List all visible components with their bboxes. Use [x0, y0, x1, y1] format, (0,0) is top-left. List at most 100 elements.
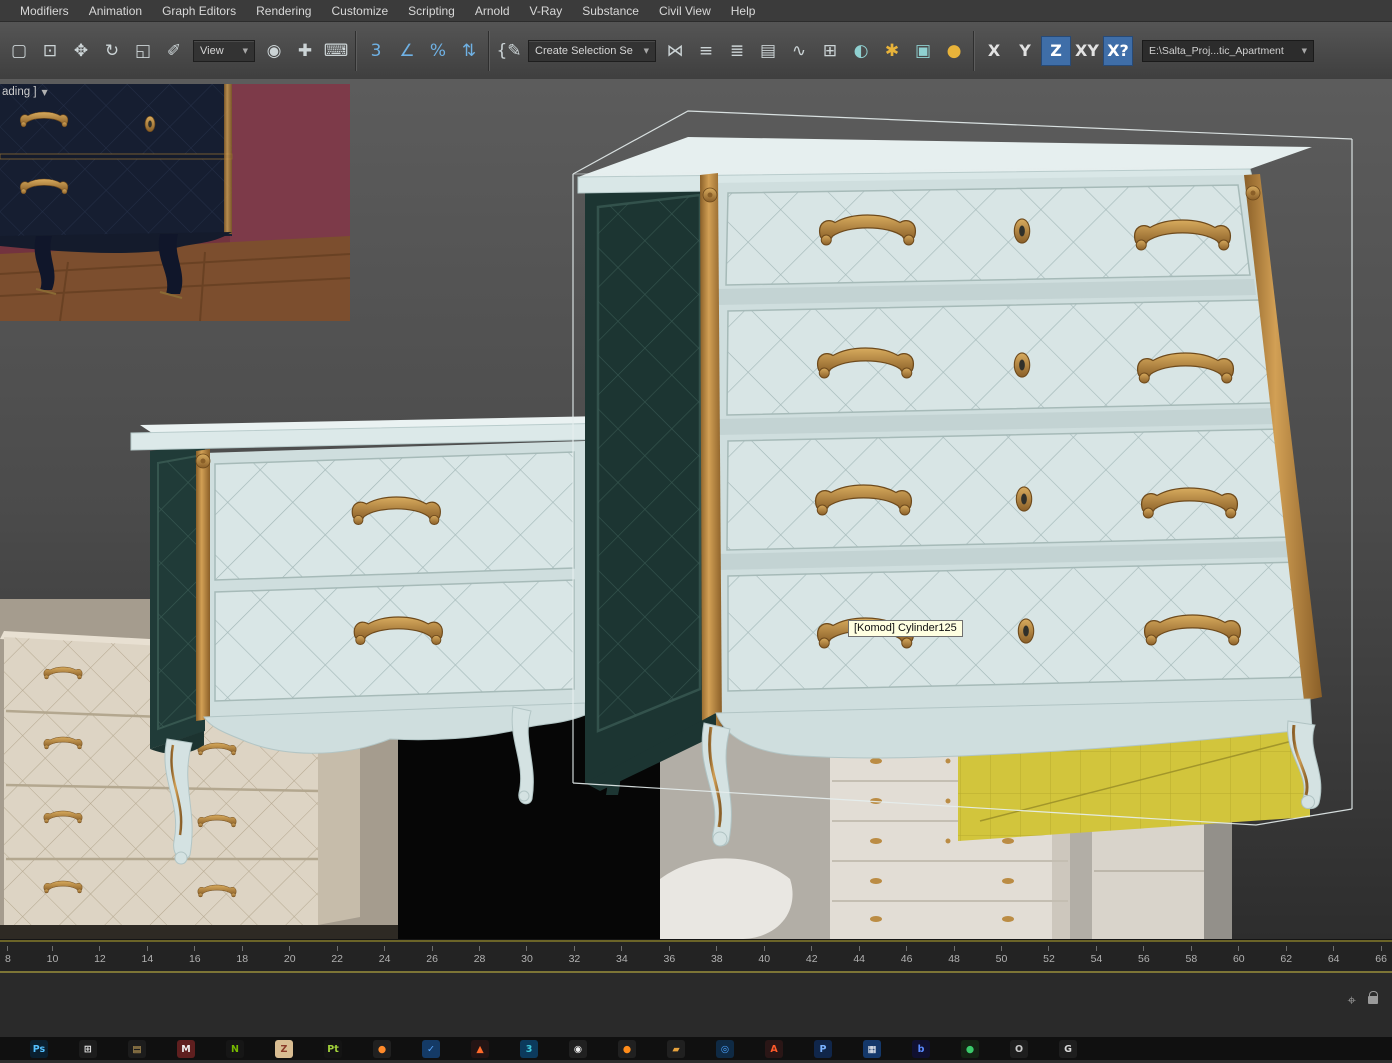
tick-label: 60 — [1233, 953, 1245, 965]
menu-item[interactable]: Graph Editors — [152, 1, 246, 21]
taskbar-start-grid-icon[interactable]: ⊞ — [79, 1040, 97, 1058]
selection-tools-group: ▢⊡✥↻◱✐ — [4, 36, 189, 66]
viewport[interactable]: ading ] ▼ [Komod] Cylinder125 — [0, 79, 1392, 939]
keyboard-shortcut-override-icon[interactable]: ⌨ — [321, 36, 351, 66]
menu-item[interactable]: Civil View — [649, 1, 721, 21]
axis-x2-button[interactable]: X? — [1103, 36, 1133, 66]
select-and-move-icon[interactable]: ✥ — [66, 36, 96, 66]
axis-y-button[interactable]: Y — [1010, 36, 1040, 66]
taskbar-photoshop-icon[interactable]: Ps — [30, 1040, 48, 1058]
rendered-frame-window-icon[interactable]: ▣ — [908, 36, 938, 66]
menu-item[interactable]: Substance — [572, 1, 649, 21]
timeline-tick: 56 — [1138, 942, 1150, 971]
taskbar-check-app-icon[interactable]: ✓ — [422, 1040, 440, 1058]
tick-mark — [194, 946, 195, 951]
timeline-tick: 18 — [236, 942, 248, 971]
taskbar-substance-painter-icon[interactable]: Pt — [324, 1040, 342, 1058]
snaps-toggle-icon[interactable]: 3 — [361, 36, 391, 66]
edit-named-selection-sets-icon[interactable]: {✎ — [494, 36, 524, 66]
menu-item[interactable]: V-Ray — [520, 1, 573, 21]
axis-xy-button[interactable]: XY — [1072, 36, 1102, 66]
percent-snap-toggle-icon[interactable]: % — [423, 36, 453, 66]
viewport-label[interactable]: ading ] ▼ — [2, 86, 48, 98]
angle-snap-toggle-icon[interactable]: ∠ — [392, 36, 422, 66]
select-and-scale-icon[interactable]: ◱ — [128, 36, 158, 66]
tick-label: 54 — [1091, 953, 1103, 965]
material-editor-icon[interactable]: ◐ — [846, 36, 876, 66]
tick-mark — [811, 946, 812, 951]
taskbar-edge-icon[interactable]: ◎ — [716, 1040, 734, 1058]
taskbar-p-app-icon[interactable]: P — [814, 1040, 832, 1058]
timeline-tick: 50 — [996, 942, 1008, 971]
tick-mark — [1143, 946, 1144, 951]
tick-label: 52 — [1043, 953, 1055, 965]
tick-label: 28 — [474, 953, 486, 965]
tick-label: 30 — [521, 953, 533, 965]
taskbar-o-app-icon[interactable]: O — [1010, 1040, 1028, 1058]
select-and-place-icon[interactable]: ✐ — [159, 36, 189, 66]
viewport-label-text: ading ] — [2, 86, 37, 98]
taskbar-3dsmax-icon[interactable]: 3 — [520, 1040, 538, 1058]
timeline-ruler[interactable]: 8 10 12 14 16 18 20 — [0, 942, 1392, 973]
tick-mark — [7, 946, 8, 951]
taskbar-b-app-icon[interactable]: b — [912, 1040, 930, 1058]
selection-lock-icon[interactable] — [1368, 996, 1378, 1004]
align-icon[interactable]: ≡ — [691, 36, 721, 66]
taskbar-g-app-icon[interactable]: G — [1059, 1040, 1077, 1058]
tick-label: 18 — [236, 953, 248, 965]
schematic-view-icon[interactable]: ⊞ — [815, 36, 845, 66]
menu-item[interactable]: Arnold — [465, 1, 520, 21]
tick-mark — [1286, 946, 1287, 951]
render-setup-icon[interactable]: ✱ — [877, 36, 907, 66]
taskbar-autodesk-icon[interactable]: A — [765, 1040, 783, 1058]
timeline-tick: 34 — [616, 942, 628, 971]
tick-label: 10 — [47, 953, 59, 965]
taskbar-folder-icon[interactable]: ▰ — [667, 1040, 685, 1058]
tick-label: 44 — [853, 953, 865, 965]
rectangular-selection-region-icon[interactable]: ▢ — [4, 36, 34, 66]
render-production-icon[interactable]: ● — [939, 36, 969, 66]
select-and-rotate-icon[interactable]: ↻ — [97, 36, 127, 66]
timeline-tick: 62 — [1280, 942, 1292, 971]
use-pivot-point-center-icon[interactable]: ◉ — [259, 36, 289, 66]
toggle-ribbon-icon[interactable]: ▤ — [753, 36, 783, 66]
curve-editor-icon[interactable]: ∿ — [784, 36, 814, 66]
timeline-tick: 10 — [47, 942, 59, 971]
manage-render-tools-group: ⋈≡≣▤∿⊞◐✱▣● — [660, 36, 969, 66]
timeline-tick: 14 — [142, 942, 154, 971]
taskbar-files-icon[interactable]: ▤ — [128, 1040, 146, 1058]
taskbar-nvidia-icon[interactable]: N — [226, 1040, 244, 1058]
timeline-tick: 24 — [379, 942, 391, 971]
taskbar-recorder-icon[interactable]: ◉ — [569, 1040, 587, 1058]
menu-item[interactable]: Customize — [321, 1, 398, 21]
menu-item[interactable]: Rendering — [246, 1, 321, 21]
mirror-icon[interactable]: ⋈ — [660, 36, 690, 66]
taskbar-office-icon[interactable]: ▦ — [863, 1040, 881, 1058]
taskbar-maya-icon[interactable]: M — [177, 1040, 195, 1058]
axis-x-button[interactable]: X — [979, 36, 1009, 66]
taskbar-flame-app-icon[interactable]: ▲ — [471, 1040, 489, 1058]
menu-item[interactable]: Help — [721, 1, 766, 21]
window-crossing-selection-icon[interactable]: ⊡ — [35, 36, 65, 66]
select-and-manipulate-icon[interactable]: ✚ — [290, 36, 320, 66]
taskbar-green-app-icon[interactable]: ● — [961, 1040, 979, 1058]
spinner-snap-toggle-icon[interactable]: ⇅ — [454, 36, 484, 66]
menu-item[interactable]: Scripting — [398, 1, 465, 21]
tick-mark — [1381, 946, 1382, 951]
timeline-tick: 66 — [1375, 942, 1387, 971]
layer-explorer-icon[interactable]: ≣ — [722, 36, 752, 66]
tick-mark — [1238, 946, 1239, 951]
project-path-dropdown[interactable]: E:\Salta_Proj...tic_Apartment ▼ — [1142, 40, 1314, 62]
axis-z-button[interactable]: Z — [1041, 36, 1071, 66]
view-coordinate-dropdown[interactable]: View ▼ — [193, 40, 255, 62]
menu-item[interactable]: Animation — [79, 1, 152, 21]
taskbar-orange-dot-app-icon[interactable]: ● — [373, 1040, 391, 1058]
model-large-dresser[interactable] — [578, 137, 1322, 846]
taskbar-zbrush-icon[interactable]: Z — [275, 1040, 293, 1058]
pan-zoom-mode-icon[interactable]: ⌖ — [1348, 991, 1356, 1009]
named-selection-set-dropdown[interactable]: Create Selection Se ▼ — [528, 40, 656, 62]
menu-item[interactable]: Modifiers — [10, 1, 79, 21]
taskbar-browser-orange-icon[interactable]: ● — [618, 1040, 636, 1058]
tick-mark — [147, 946, 148, 951]
tick-mark — [1191, 946, 1192, 951]
